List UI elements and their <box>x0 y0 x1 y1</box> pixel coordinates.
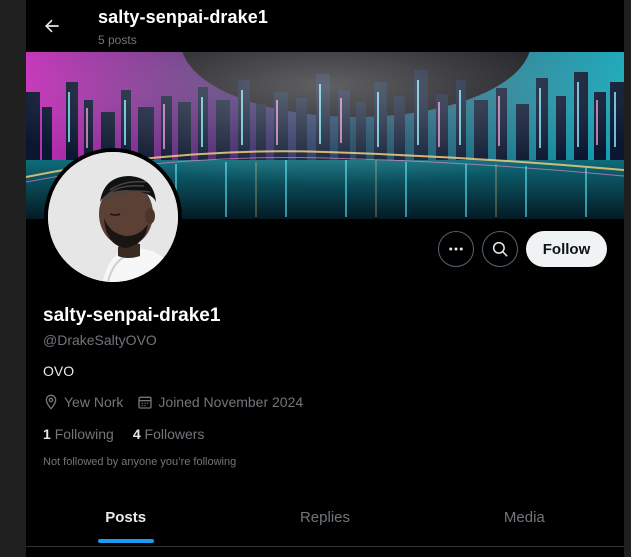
follow-button[interactable]: Follow <box>526 231 607 267</box>
following-count: 1 <box>43 426 51 442</box>
profile-bio: OVO <box>43 363 75 379</box>
window-left-edge <box>0 0 26 557</box>
profile-handle: @DrakeSaltyOVO <box>43 332 157 348</box>
header-title: salty-senpai-drake1 <box>98 7 268 27</box>
joined-text: Joined November 2024 <box>158 394 304 410</box>
search-button[interactable] <box>482 231 518 267</box>
profile-name: salty-senpai-drake1 <box>43 305 221 326</box>
profile-page: salty-senpai-drake1 5 posts Follow salty… <box>26 0 624 557</box>
more-horizontal-icon <box>449 247 463 251</box>
tab-posts-label: Posts <box>105 508 147 526</box>
location: Yew Nork <box>43 394 123 410</box>
tabs-divider <box>26 546 624 547</box>
tab-media-label: Media <box>503 508 545 526</box>
not-followed-note: Not followed by anyone you’re following <box>43 456 237 468</box>
profile-header: salty-senpai-drake1 5 posts <box>26 0 624 52</box>
location-text: Yew Nork <box>64 394 124 410</box>
active-tab-indicator <box>97 539 154 543</box>
avatar[interactable] <box>44 148 182 286</box>
tab-replies[interactable]: Replies <box>225 488 424 546</box>
follow-counts: 1 Following 4 Followers <box>43 426 223 442</box>
followers-count: 4 <box>132 426 141 442</box>
back-button[interactable] <box>36 10 68 42</box>
window-right-edge <box>624 0 631 557</box>
more-button[interactable] <box>438 231 474 267</box>
tab-media[interactable]: Media <box>425 488 624 546</box>
following-label: Following <box>54 426 114 442</box>
tab-replies-label: Replies <box>299 508 350 526</box>
profile-tabs: Posts Replies Media <box>26 488 624 546</box>
calendar-icon <box>138 396 153 409</box>
followers-label: Followers <box>144 426 205 442</box>
followers-link[interactable]: 4 Followers <box>133 426 205 442</box>
avatar-image <box>48 152 178 282</box>
profile-meta: Yew Nork Joined November 2024 <box>43 394 317 410</box>
following-link[interactable]: 1 Following <box>43 426 114 442</box>
joined-date: Joined November 2024 <box>137 394 303 410</box>
tab-posts[interactable]: Posts <box>26 488 225 546</box>
arrow-left-icon <box>45 19 59 33</box>
post-count: 5 posts <box>98 33 137 47</box>
location-pin-icon <box>45 394 57 410</box>
search-icon <box>492 241 508 257</box>
